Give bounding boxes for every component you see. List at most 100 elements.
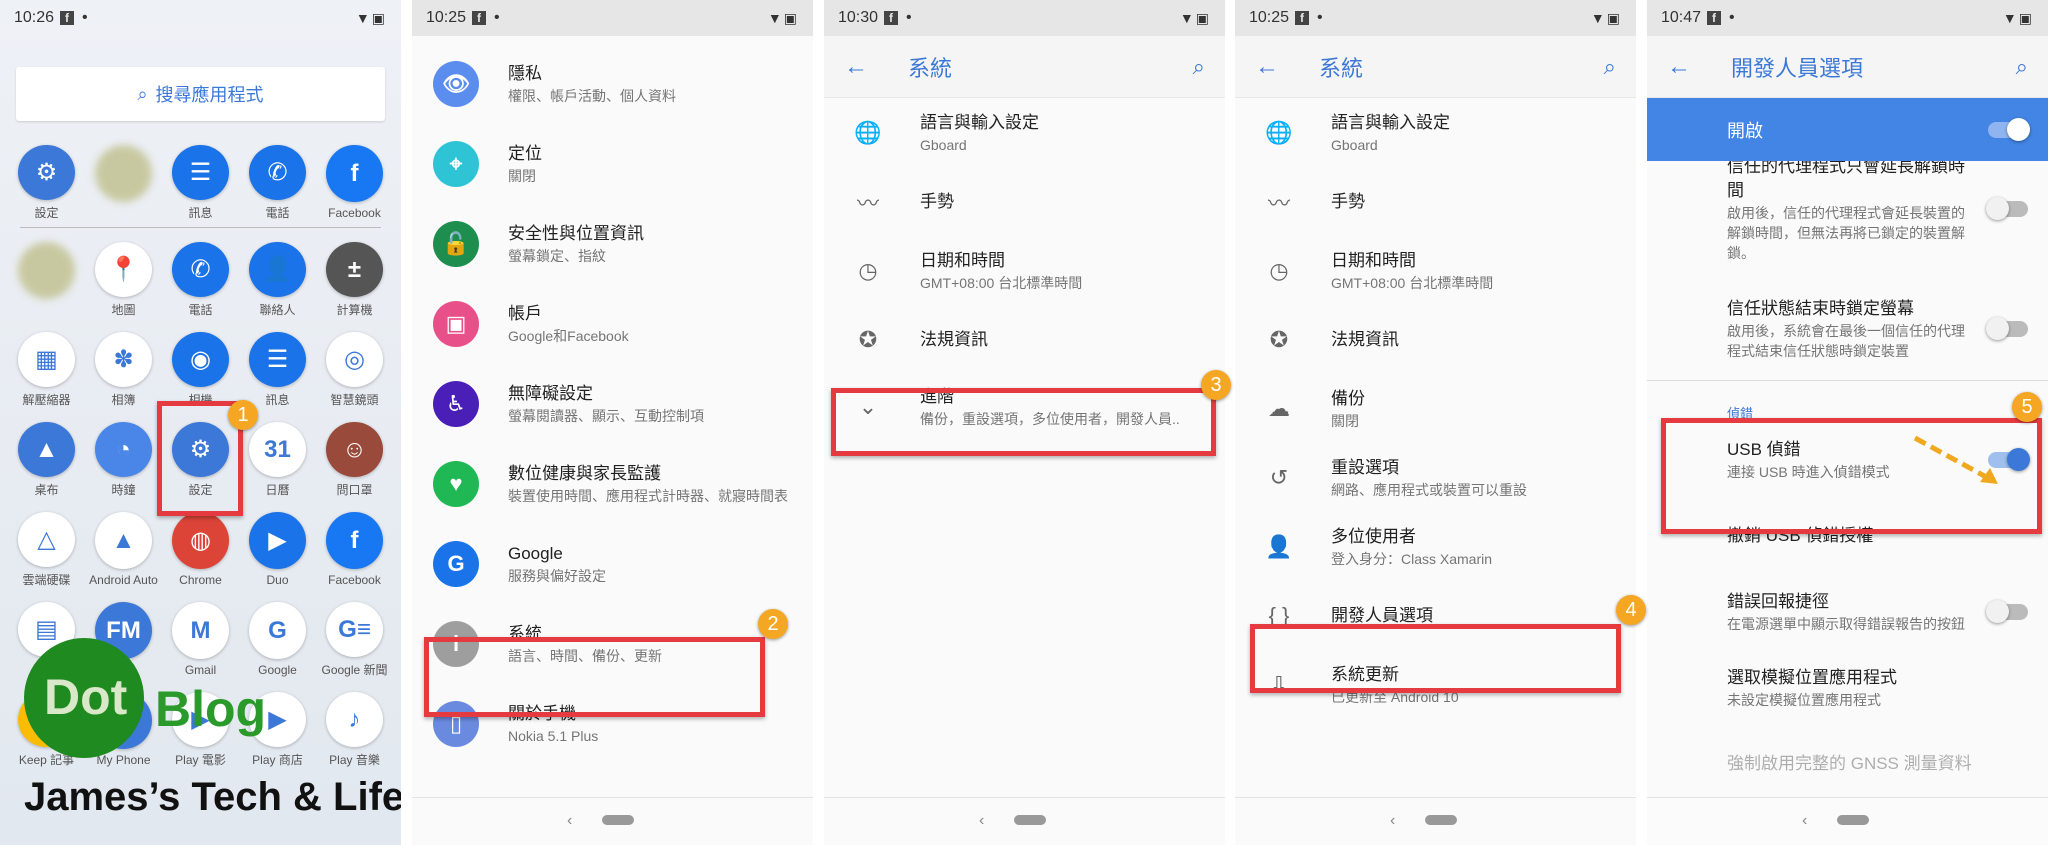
row-title: 法規資訊 bbox=[920, 329, 988, 349]
settings-row-1[interactable]: 〰 手勢 bbox=[824, 167, 1225, 236]
dev-option-row[interactable]: 選取模擬位置應用程式 未設定模擬位置應用程式 bbox=[1647, 650, 2048, 726]
settings-row-0[interactable]: 👁 隱私 權限、帳戶活動、個人資料 bbox=[412, 44, 813, 124]
app-桌布[interactable]: ▲ 桌布 bbox=[8, 408, 85, 498]
settings-row-5[interactable]: ♥ 數位健康與家長監護 裝置使用時間、應用程式計時器、就寢時間表 bbox=[412, 444, 813, 524]
row-subtitle: 權限、帳戶活動、個人資料 bbox=[508, 88, 676, 104]
settings-row-3[interactable]: ✪ 法規資訊 bbox=[824, 305, 1225, 374]
duo-icon: ▶ bbox=[249, 512, 306, 569]
app-解壓縮器[interactable]: ▦ 解壓縮器 bbox=[8, 318, 85, 408]
app-設定[interactable]: ⚙ 設定 bbox=[8, 131, 85, 221]
row-title: 語言與輸入設定 bbox=[920, 112, 1039, 132]
row-text: 語言與輸入設定 Gboard bbox=[920, 111, 1209, 155]
app-Duo[interactable]: ▶ Duo bbox=[239, 498, 316, 588]
app-智慧鏡頭[interactable]: ◎ 智慧鏡頭 bbox=[316, 318, 393, 408]
settings-row-0[interactable]: 🌐 語言與輸入設定 Gboard bbox=[1235, 98, 1636, 167]
developer-options-master-switch[interactable]: 開啟 bbox=[1647, 98, 2048, 161]
row-subtitle: 登入身分：Class Xamarin bbox=[1331, 550, 1493, 567]
settings-row-2[interactable]: 🔓 安全性與位置資訊 螢幕鎖定、指紋 bbox=[412, 204, 813, 284]
facebook-icon: f bbox=[326, 512, 383, 569]
home-pill[interactable] bbox=[1014, 815, 1046, 825]
app-Gmail[interactable]: M Gmail bbox=[162, 588, 239, 678]
app-時鐘[interactable]: ◔ 時鐘 bbox=[85, 408, 162, 498]
app-訊息[interactable]: ☰ 訊息 bbox=[162, 131, 239, 221]
watermark-text: James’s Tech & Life Blog bbox=[24, 775, 401, 819]
toggle-switch[interactable] bbox=[1986, 197, 2028, 220]
app-label: Facebook bbox=[328, 573, 381, 587]
settings-row-1[interactable]: ⌖ 定位 關閉 bbox=[412, 124, 813, 204]
back-nav-icon[interactable]: ‹ bbox=[1390, 812, 1395, 830]
settings-row-5[interactable]: ↺ 重設選項 網路、應用程式或裝置可以重設 bbox=[1235, 443, 1636, 512]
back-nav-icon[interactable]: ‹ bbox=[1802, 812, 1807, 830]
app-相機[interactable]: ◉ 相機 bbox=[162, 318, 239, 408]
settings-row-6[interactable]: 👤 多位使用者 登入身分：Class Xamarin bbox=[1235, 512, 1636, 581]
dev-option-row[interactable]: 信任狀態結束時鎖定螢幕 啟用後，系統會在最後一個信任的代理程式結束信任狀態時鎖定裝… bbox=[1647, 277, 2048, 380]
settings-row-3[interactable]: ✪ 法規資訊 bbox=[1235, 305, 1636, 374]
row-subtitle: 關閉 bbox=[1331, 412, 1359, 429]
app-計算機[interactable]: ± 計算機 bbox=[316, 228, 393, 318]
master-toggle[interactable] bbox=[1988, 117, 2030, 141]
app-相簿[interactable]: ✽ 相簿 bbox=[85, 318, 162, 408]
messages-icon: ☰ bbox=[249, 332, 306, 387]
back-nav-icon[interactable]: ‹ bbox=[979, 812, 984, 830]
gmail-icon: M bbox=[172, 602, 229, 659]
app-Google 新聞[interactable]: G≡ Google 新聞 bbox=[316, 588, 393, 678]
home-pill[interactable] bbox=[1837, 815, 1869, 825]
app-label: 電話 bbox=[188, 303, 213, 317]
search-icon[interactable]: ⌕ bbox=[1193, 54, 1205, 80]
app-Google[interactable]: G Google bbox=[239, 588, 316, 678]
settings-row-2[interactable]: ◷ 日期和時間 GMT+08:00 台北標準時間 bbox=[824, 236, 1225, 305]
app-Facebook[interactable]: f Facebook bbox=[316, 131, 393, 221]
gesture-icon: 〰 bbox=[856, 190, 879, 216]
toggle-switch[interactable] bbox=[1986, 317, 2028, 340]
highlight-advanced-item bbox=[831, 388, 1216, 456]
row-title: 選取模擬位置應用程式 bbox=[1727, 668, 1897, 687]
settings-row-2[interactable]: ◷ 日期和時間 GMT+08:00 台北標準時間 bbox=[1235, 236, 1636, 305]
back-arrow-icon[interactable]: ← bbox=[1667, 53, 1731, 81]
back-arrow-icon[interactable]: ← bbox=[844, 53, 908, 81]
accessibility-icon: ♿ bbox=[428, 381, 484, 427]
app-label: 訊息 bbox=[188, 206, 213, 220]
app-Play 音樂[interactable]: ♪ Play 音樂 bbox=[316, 678, 393, 768]
search-icon[interactable]: ⌕ bbox=[2016, 54, 2028, 80]
app-label: Duo bbox=[266, 573, 289, 587]
app-label: 計算機 bbox=[336, 303, 373, 317]
app-blurred[interactable] bbox=[85, 131, 162, 221]
app-電話[interactable]: ✆ 電話 bbox=[239, 131, 316, 221]
app-訊息[interactable]: ☰ 訊息 bbox=[239, 318, 316, 408]
app-電話[interactable]: ✆ 電話 bbox=[162, 228, 239, 318]
back-nav-icon[interactable]: ‹ bbox=[567, 812, 572, 830]
app-地圖[interactable]: 📍 地圖 bbox=[85, 228, 162, 318]
status-time: 10:47 bbox=[1661, 9, 1702, 26]
app-search-input[interactable]: ⌕ 搜尋應用程式 bbox=[16, 67, 385, 121]
dev-option-row[interactable]: 強制啟用完整的 GNSS 測量資料 bbox=[1647, 726, 2048, 802]
home-pill[interactable] bbox=[602, 815, 634, 825]
settings-row-4[interactable]: ♿ 無障礙設定 螢幕閱讀器、顯示、互動控制項 bbox=[412, 364, 813, 444]
app-Facebook[interactable]: f Facebook bbox=[316, 498, 393, 588]
trust-settings-list: 信任的代理程式只會延長解鎖時間 啟用後，信任的代理程式會延長裝置的解鎖時間，但無法… bbox=[1647, 161, 2048, 380]
settings-row-1[interactable]: 〰 手勢 bbox=[1235, 167, 1636, 236]
home-pill[interactable] bbox=[1425, 815, 1457, 825]
toggle-switch[interactable] bbox=[1986, 600, 2028, 623]
dev-option-row[interactable]: 信任的代理程式只會延長解鎖時間 啟用後，信任的代理程式會延長裝置的解鎖時間，但無法… bbox=[1647, 161, 2048, 277]
row-title: 安全性與位置資訊 bbox=[508, 224, 644, 243]
status-bar: 10:30 f • ▼▣ bbox=[824, 0, 1225, 36]
wallpaper-icon: ▲ bbox=[18, 422, 75, 477]
row-text: 定位 關閉 bbox=[508, 142, 797, 186]
page-title: 開發人員選項 bbox=[1731, 55, 1864, 81]
app-問口罩[interactable]: ☺ 問口罩 bbox=[316, 408, 393, 498]
camera-icon: ◉ bbox=[172, 332, 229, 387]
settings-row-6[interactable]: G Google 服務與偏好設定 bbox=[412, 524, 813, 604]
search-icon[interactable]: ⌕ bbox=[1604, 54, 1616, 80]
back-arrow-icon[interactable]: ← bbox=[1255, 53, 1319, 81]
app-blurred[interactable] bbox=[8, 228, 85, 318]
dev-option-row[interactable]: 錯誤回報捷徑 在電源選單中顯示取得錯誤報告的按鈕 bbox=[1647, 574, 2048, 650]
app-Android Auto[interactable]: ▲ Android Auto bbox=[85, 498, 162, 588]
globe-icon: 🌐 bbox=[1265, 119, 1293, 145]
row-title: 多位使用者 bbox=[1331, 526, 1416, 546]
app-雲端硬碟[interactable]: △ 雲端硬碟 bbox=[8, 498, 85, 588]
settings-row-0[interactable]: 🌐 語言與輸入設定 Gboard bbox=[824, 98, 1225, 167]
app-聯絡人[interactable]: 👤 聯絡人 bbox=[239, 228, 316, 318]
toggle-knob bbox=[1986, 317, 2009, 340]
settings-row-3[interactable]: ▣ 帳戶 Google和Facebook bbox=[412, 284, 813, 364]
settings-row-4[interactable]: ☁ 備份 關閉 bbox=[1235, 374, 1636, 443]
